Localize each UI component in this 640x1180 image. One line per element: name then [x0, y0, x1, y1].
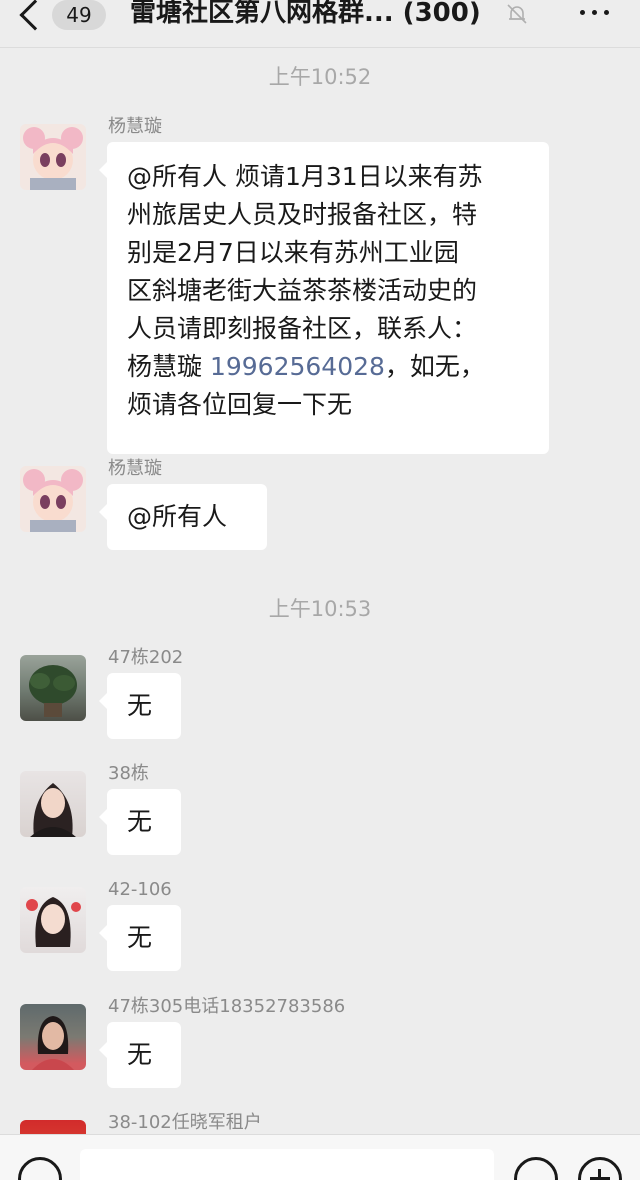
anime-girl-avatar[interactable]: [20, 124, 86, 190]
chat-header: 49 雷塘社区第八网格群... (300): [0, 0, 640, 48]
timestamp: 上午10:52: [268, 65, 372, 89]
anime-girl-avatar[interactable]: [20, 466, 86, 532]
woman-avatar[interactable]: [20, 771, 86, 837]
message-line: 区斜塘老街大益茶茶楼活动史的: [127, 276, 478, 305]
message-bubble[interactable]: 无: [99, 673, 181, 739]
message-text: ，如无，: [384, 352, 485, 381]
sender-name: 杨慧璇: [108, 116, 162, 137]
message-text: 无: [127, 923, 153, 952]
woman-avatar[interactable]: [20, 1004, 86, 1070]
sender-name: 38-102任晓军租户: [108, 1112, 262, 1133]
voice-icon[interactable]: [18, 1157, 62, 1180]
woman-avatar[interactable]: [20, 887, 86, 953]
message-line: 人员请即刻报备社区，联系人：: [127, 314, 478, 343]
message-bubble[interactable]: @所有人: [99, 484, 267, 550]
message-line: 杨慧璇 19962564028，如无，: [127, 348, 529, 386]
chat-title: 雷塘社区第八网格群... (300): [130, 0, 481, 28]
input-bar: [0, 1134, 640, 1180]
sender-name: 38栋: [108, 763, 149, 784]
message-line: 州旅居史人员及时报备社区，特: [127, 200, 478, 229]
timestamp: 上午10:53: [268, 597, 372, 621]
message-line: @所有人 烦请1月31日以来有苏: [127, 162, 483, 191]
sender-name: 杨慧璇: [108, 458, 162, 479]
message-text: 无: [127, 807, 153, 836]
mute-bell-icon: [507, 4, 527, 24]
emoji-icon[interactable]: [514, 1157, 558, 1180]
message-text: @所有人: [127, 502, 228, 531]
message-bubble[interactable]: 无: [99, 905, 181, 971]
message-bubble[interactable]: 无: [99, 789, 181, 855]
message-bubble[interactable]: @所有人 烦请1月31日以来有苏 州旅居史人员及时报备社区，特 别是2月7日以来…: [99, 142, 549, 454]
sender-name: 47栋202: [108, 647, 184, 668]
sender-name: 42-106: [108, 879, 172, 900]
plus-icon[interactable]: [578, 1157, 622, 1180]
plant-avatar[interactable]: [20, 655, 86, 721]
more-icon[interactable]: [578, 2, 612, 22]
unread-count-badge[interactable]: 49: [52, 0, 106, 30]
message-bubble[interactable]: 无: [99, 1022, 181, 1088]
message-input[interactable]: [80, 1149, 494, 1180]
contact-name: 杨慧璇: [127, 352, 210, 381]
sender-name: 47栋305电话18352783586: [108, 996, 346, 1017]
message-line: 烦请各位回复一下无: [127, 390, 353, 419]
back-arrow-icon[interactable]: [19, 0, 51, 31]
phone-link[interactable]: 19962564028: [210, 352, 385, 381]
message-line: 别是2月7日以来有苏州工业园: [127, 238, 459, 267]
message-text: 无: [127, 691, 153, 720]
message-text: 无: [127, 1040, 153, 1069]
